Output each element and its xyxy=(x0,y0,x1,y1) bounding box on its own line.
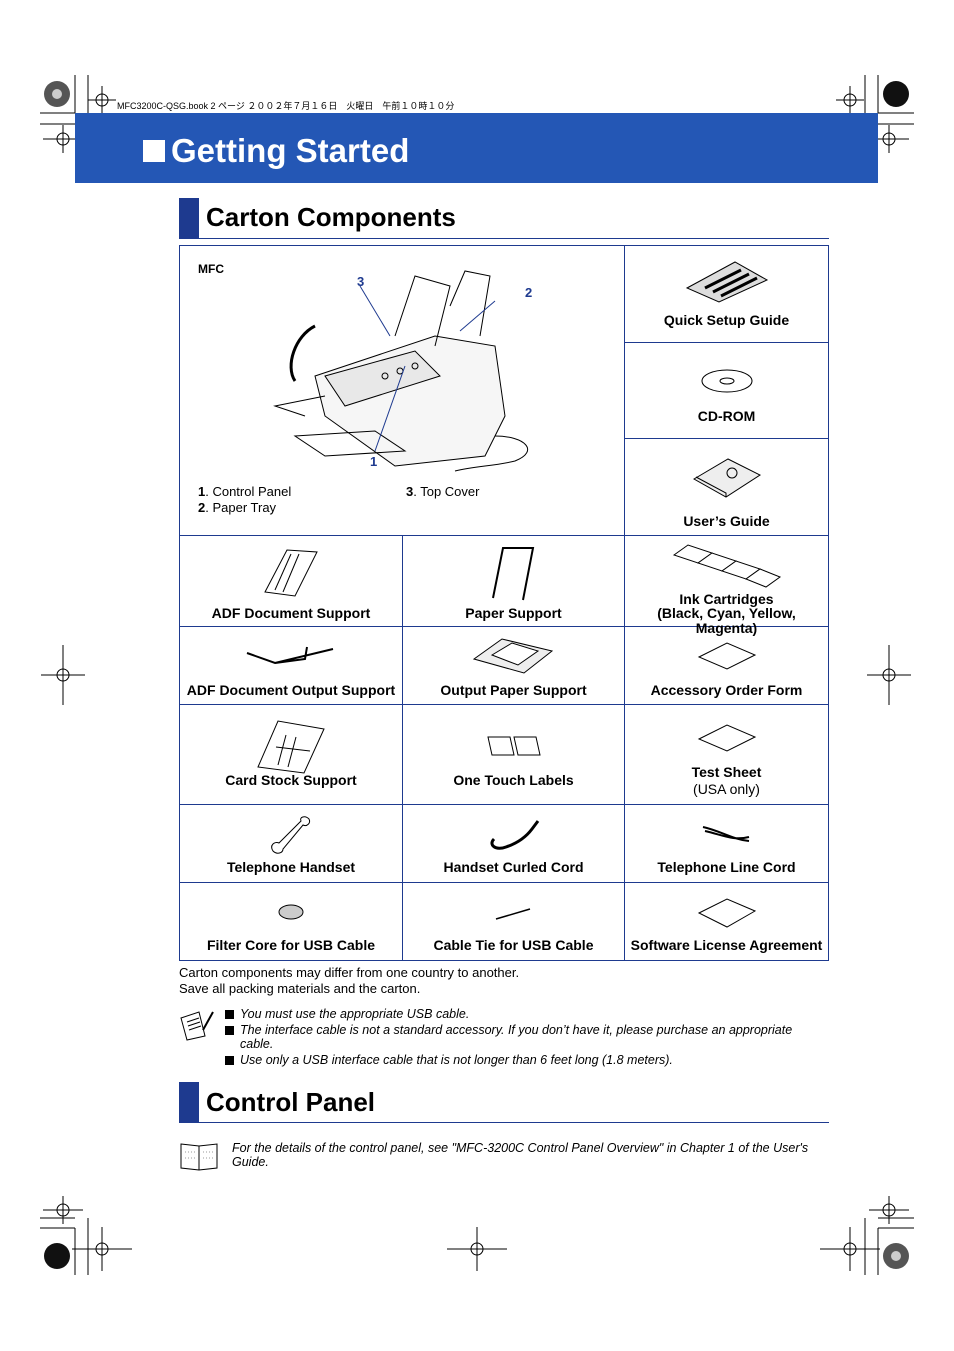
item-ink-cartridges: Ink Cartridges (Black, Cyan, Yellow, Mag… xyxy=(625,536,829,636)
item-adf-document-support: ADF Document Support xyxy=(180,536,403,627)
footnote-2: Save all packing materials and the carto… xyxy=(179,981,421,996)
item-telephone-line-cord: Telephone Line Cord xyxy=(625,805,829,883)
legend-3: 3. Top Cover xyxy=(406,484,480,499)
item-users-guide: User’s Guide xyxy=(625,439,829,536)
item-cd-rom: CD-ROM xyxy=(625,343,829,439)
chapter-title-text: Getting Started xyxy=(171,132,410,169)
item-quick-setup-guide: Quick Setup Guide xyxy=(625,246,829,343)
item-label: Output Paper Support xyxy=(440,682,587,698)
note-item: The interface cable is not a standard ac… xyxy=(225,1023,825,1051)
note-item: You must use the appropriate USB cable. xyxy=(225,1007,825,1021)
labels-icon xyxy=(486,736,541,756)
notes-list: You must use the appropriate USB cable. … xyxy=(225,1007,825,1067)
item-handset-curled-cord: Handset Curled Cord xyxy=(403,805,625,883)
section-rule xyxy=(179,238,829,239)
control-panel-note: For the details of the control panel, se… xyxy=(232,1141,809,1169)
section-bar xyxy=(179,198,199,238)
booklet-icon xyxy=(685,261,768,303)
item-label: Quick Setup Guide xyxy=(663,312,790,328)
footnote-1: Carton components may differ from one co… xyxy=(179,965,520,980)
item-output-paper-support: Output Paper Support xyxy=(403,627,625,705)
item-label: Filter Core for USB Cable xyxy=(206,937,376,953)
open-book-icon xyxy=(180,1143,218,1171)
wire-icon xyxy=(246,646,334,665)
square-bullet-icon xyxy=(143,140,165,162)
note-pencil-icon xyxy=(180,1011,214,1041)
mfc-machine-illustration xyxy=(273,270,529,472)
callout-3: 3 xyxy=(357,274,365,289)
sheet-icon xyxy=(697,724,756,752)
cd-icon xyxy=(701,369,752,393)
section-bar xyxy=(179,1082,199,1122)
legend-1: 1. Control Panel xyxy=(198,484,292,499)
mfc-cell: MFC 3 2 1 1. Control Panel 2. Paper Tray… xyxy=(180,246,625,536)
tray-icon xyxy=(472,638,553,674)
item-paper-support: Paper Support xyxy=(403,536,625,627)
adf-support-icon xyxy=(264,549,318,597)
item-cable-tie: Cable Tie for USB Cable xyxy=(403,883,625,961)
item-telephone-handset: Telephone Handset xyxy=(180,805,403,883)
carton-components-table: MFC 3 2 1 1. Control Panel 2. Paper Tray… xyxy=(179,245,829,961)
chapter-title: Getting Started xyxy=(143,132,409,170)
item-label: Test Sheet xyxy=(691,764,762,780)
note-item: Use only a USB interface cable that is n… xyxy=(225,1053,825,1067)
item-label: Telephone Handset xyxy=(226,859,356,875)
item-label: CD-ROM xyxy=(697,408,756,424)
cable-tie-icon xyxy=(495,908,530,920)
filter-core-icon xyxy=(278,904,304,920)
item-label: Accessory Order Form xyxy=(650,682,803,698)
item-label: Card Stock Support xyxy=(225,772,357,788)
callout-1: 1 xyxy=(370,454,378,469)
item-adf-output-support: ADF Document Output Support xyxy=(180,627,403,705)
item-label: Paper Support xyxy=(465,605,562,621)
item-accessory-order-form: Accessory Order Form xyxy=(625,627,829,705)
ink-cartridge-icon xyxy=(672,544,781,588)
item-card-stock-support: Card Stock Support xyxy=(180,705,403,805)
callout-2: 2 xyxy=(525,285,533,300)
item-one-touch-labels: One Touch Labels xyxy=(403,705,625,805)
item-software-license: Software License Agreement xyxy=(625,883,829,961)
line-cord-icon xyxy=(702,826,749,842)
item-test-sheet: Test Sheet (USA only) xyxy=(625,705,829,805)
section-title-carton: Carton Components xyxy=(206,202,456,232)
item-label: Cable Tie for USB Cable xyxy=(433,937,594,953)
book-info-line: MFC3200C-QSG.book 2 ページ ２００２年７月１６日 火曜日 午… xyxy=(117,101,455,111)
paper-support-icon xyxy=(491,547,534,601)
sheet-icon xyxy=(697,898,756,928)
item-label: Handset Curled Cord xyxy=(443,859,584,875)
legend-2: 2. Paper Tray xyxy=(198,500,277,515)
item-label: Telephone Line Cord xyxy=(657,859,796,875)
item-label: ADF Document Output Support xyxy=(186,682,396,698)
book-icon xyxy=(692,458,761,498)
handset-icon xyxy=(271,816,310,854)
section-title-control-panel: Control Panel xyxy=(206,1087,376,1117)
item-label: ADF Document Support xyxy=(211,605,371,621)
item-label: User’s Guide xyxy=(683,513,770,529)
card-stock-icon xyxy=(257,720,325,774)
item-label: One Touch Labels xyxy=(453,772,574,788)
mfc-label: MFC xyxy=(198,262,224,276)
item-filter-core: Filter Core for USB Cable xyxy=(180,883,403,961)
item-label: Software License Agreement xyxy=(630,937,823,953)
section-rule xyxy=(179,1122,829,1123)
curled-cord-icon xyxy=(489,820,539,850)
item-sublabel: (USA only) xyxy=(693,781,760,797)
sheet-icon xyxy=(697,642,756,670)
